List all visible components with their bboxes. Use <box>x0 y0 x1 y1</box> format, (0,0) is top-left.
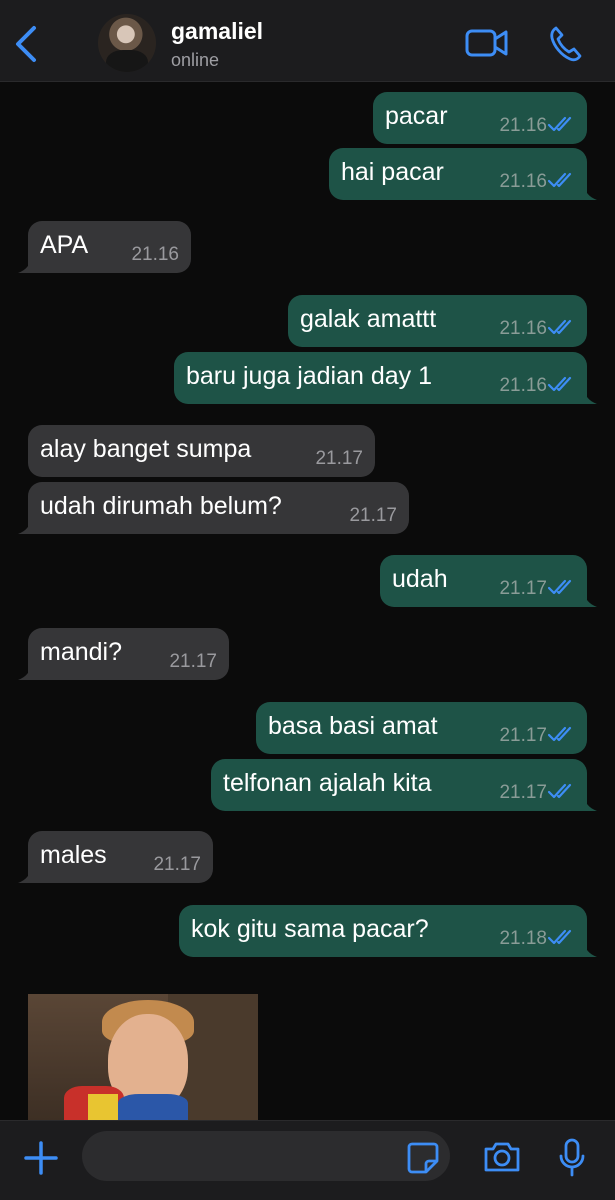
phone-icon <box>550 26 582 62</box>
outgoing-message[interactable]: pacar 21.16 <box>373 92 587 144</box>
video-call-button[interactable] <box>464 26 510 60</box>
chat-header: gamaliel online <box>0 0 615 82</box>
chevron-left-icon <box>16 26 36 62</box>
microphone-icon <box>559 1138 585 1177</box>
message-text: hai pacar <box>341 158 444 186</box>
plus-icon <box>24 1141 58 1175</box>
bubble-tail <box>18 257 32 273</box>
contact-status: online <box>171 50 220 70</box>
message-text: basa basi amat <box>268 712 438 740</box>
message-time: 21.17 <box>169 651 217 672</box>
message-text: pacar <box>385 102 448 130</box>
message-time: 21.17 <box>499 725 547 746</box>
bubble-tail <box>18 664 32 680</box>
bubble-tail <box>583 591 597 607</box>
message-input[interactable] <box>82 1131 450 1181</box>
double-check-icon <box>547 726 572 742</box>
bubble-tail <box>18 518 32 534</box>
message-text: alay banget sumpa <box>40 435 252 463</box>
back-button[interactable] <box>10 22 44 66</box>
video-camera-icon <box>465 29 508 57</box>
message-text: telfonan ajalah kita <box>223 769 432 797</box>
incoming-message[interactable]: mandi? 21.17 <box>18 628 229 680</box>
message-time: 21.16 <box>499 318 547 339</box>
message-text: baru juga jadian day 1 <box>186 362 433 390</box>
message-time: 21.17 <box>153 854 201 875</box>
message-time: 21.17 <box>499 782 547 803</box>
message-time: 21.17 <box>499 578 547 599</box>
message-text: galak amattt <box>300 305 437 333</box>
incoming-message[interactable]: alay banget sumpa 21.17 <box>28 425 375 477</box>
message-time: 21.16 <box>131 244 179 265</box>
bubble-tail <box>18 867 32 883</box>
double-check-icon <box>547 579 572 595</box>
sticker-button[interactable] <box>406 1141 440 1175</box>
message-time: 21.16 <box>499 171 547 192</box>
message-time: 21.16 <box>499 375 547 396</box>
message-time: 21.16 <box>499 115 547 136</box>
outgoing-message[interactable]: baru juga jadian day 1 21.16 <box>174 352 597 404</box>
outgoing-message[interactable]: udah 21.17 <box>380 555 597 607</box>
message-time: 21.17 <box>349 505 397 526</box>
voice-call-button[interactable] <box>548 24 584 64</box>
double-check-icon <box>547 929 572 945</box>
photo-message[interactable] <box>28 994 258 1120</box>
contact-name[interactable]: gamaliel <box>171 18 263 45</box>
incoming-message[interactable]: udah dirumah belum? 21.17 <box>18 482 409 534</box>
outgoing-message[interactable]: telfonan ajalah kita 21.17 <box>211 759 597 811</box>
outgoing-message[interactable]: basa basi amat 21.17 <box>256 702 587 754</box>
outgoing-message[interactable]: hai pacar 21.16 <box>329 148 597 200</box>
bubble-tail <box>583 941 597 957</box>
message-text: males <box>40 841 107 869</box>
message-text: mandi? <box>40 638 122 666</box>
message-text: udah dirumah belum? <box>40 492 282 520</box>
double-check-icon <box>547 783 572 799</box>
double-check-icon <box>547 376 572 392</box>
double-check-icon <box>547 172 572 188</box>
incoming-message[interactable]: males 21.17 <box>18 831 213 883</box>
message-time: 21.17 <box>315 448 363 469</box>
incoming-message[interactable]: APA 21.16 <box>18 221 191 273</box>
microphone-button[interactable] <box>556 1137 588 1179</box>
bubble-tail <box>583 795 597 811</box>
sticker-icon <box>407 1142 439 1174</box>
outgoing-message[interactable]: kok gitu sama pacar? 21.18 <box>179 905 597 957</box>
attach-button[interactable] <box>22 1139 60 1177</box>
message-text: udah <box>392 565 448 593</box>
message-time: 21.18 <box>499 928 547 949</box>
composer-bar <box>0 1120 615 1200</box>
double-check-icon <box>547 116 572 132</box>
bubble-tail <box>583 184 597 200</box>
camera-button[interactable] <box>482 1139 522 1175</box>
double-check-icon <box>547 319 572 335</box>
message-text: kok gitu sama pacar? <box>191 915 429 943</box>
message-text: APA <box>40 231 89 259</box>
camera-icon <box>484 1142 520 1172</box>
avatar[interactable] <box>98 14 156 72</box>
bubble-tail <box>583 388 597 404</box>
outgoing-message[interactable]: galak amattt 21.16 <box>288 295 587 347</box>
